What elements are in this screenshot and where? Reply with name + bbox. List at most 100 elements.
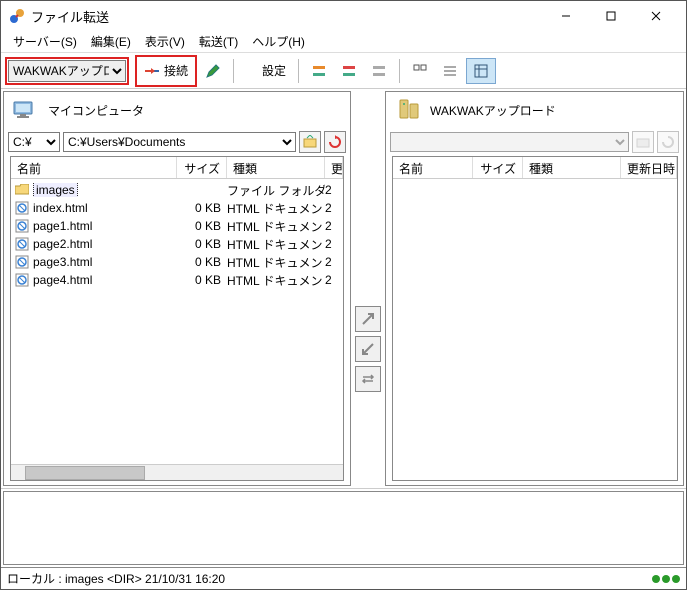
my-computer-icon (12, 98, 40, 122)
transfer-mode-button-2[interactable] (335, 58, 363, 84)
file-row[interactable]: page4.html0 KBHTML ドキュメント2 (11, 271, 343, 289)
edit-button[interactable] (199, 58, 227, 84)
local-drive-dropdown[interactable]: C:¥ (8, 132, 60, 152)
file-row[interactable]: page2.html 0 KBHTML ドキュメント2 (11, 235, 343, 253)
transfer-buttons (353, 89, 383, 488)
scrollbar-thumb[interactable] (25, 466, 145, 480)
file-size: 0 KB (177, 237, 227, 251)
local-col-size[interactable]: サイズ (177, 157, 227, 178)
local-refresh-button[interactable] (324, 131, 346, 153)
local-path-dropdown[interactable]: C:¥Users¥Documents (63, 132, 296, 152)
log-area[interactable] (3, 491, 684, 565)
menu-edit[interactable]: 編集(E) (85, 31, 137, 52)
pencil-icon (205, 63, 221, 79)
file-size: 0 KB (177, 255, 227, 269)
window-title: ファイル転送 (31, 7, 543, 26)
view-list-icon (442, 63, 458, 79)
view-large-icon (412, 63, 428, 79)
file-date: 2 (325, 183, 343, 197)
toolbar: WAKWAKアップロ 接続 設定 (1, 53, 686, 89)
local-addressbar: C:¥ C:¥Users¥Documents (4, 128, 350, 156)
remote-addressbar (386, 128, 683, 156)
maximize-button[interactable] (588, 2, 633, 30)
local-file-header: 名前 サイズ 種類 更 (11, 157, 343, 179)
upload-button[interactable] (355, 306, 381, 332)
toolbar-separator (233, 59, 234, 83)
local-h-scrollbar[interactable] (11, 464, 343, 480)
html-icon (15, 237, 29, 251)
html-icon (15, 219, 29, 233)
menu-view[interactable]: 表示(V) (139, 31, 191, 52)
remote-pane-header: WAKWAKアップロード (386, 92, 683, 128)
download-button[interactable] (355, 336, 381, 362)
menu-transfer[interactable]: 転送(T) (193, 31, 244, 52)
file-type: HTML ドキュメント (227, 236, 325, 253)
remote-file-list[interactable] (393, 179, 677, 480)
profile-dropdown[interactable]: WAKWAKアップロ (8, 60, 126, 82)
file-name: page2.html (33, 237, 92, 251)
remote-refresh-button[interactable] (657, 131, 679, 153)
connect-button[interactable]: 接続 (138, 58, 194, 84)
remote-col-name[interactable]: 名前 (393, 157, 473, 178)
local-col-type[interactable]: 種類 (227, 157, 325, 178)
remote-file-area: 名前 サイズ 種類 更新日時 (392, 156, 678, 481)
bars-orange-icon (311, 63, 327, 79)
refresh-icon (328, 135, 342, 149)
transfer-mode-button-3[interactable] (365, 58, 393, 84)
file-row[interactable]: index.html0 KBHTML ドキュメント2 (11, 199, 343, 217)
file-type: HTML ドキュメント (227, 218, 325, 235)
file-date: 2 (325, 273, 343, 287)
local-pane-header: マイコンピュータ (4, 92, 350, 128)
file-row[interactable]: page1.html0 KBHTML ドキュメント2 (11, 217, 343, 235)
arrow-down-left-icon (360, 341, 376, 357)
local-pane: マイコンピュータ C:¥ C:¥Users¥Documents 名前 サイズ 種… (3, 91, 351, 486)
folder-up-icon (303, 135, 317, 149)
connect-icon (144, 63, 160, 79)
panes-container: マイコンピュータ C:¥ C:¥Users¥Documents 名前 サイズ 種… (1, 89, 686, 489)
close-button[interactable] (633, 2, 678, 30)
view-large-button[interactable] (406, 58, 434, 84)
file-date: 2 (325, 237, 343, 251)
toolbar-separator (399, 59, 400, 83)
remote-col-size[interactable]: サイズ (473, 157, 523, 178)
refresh-icon (661, 135, 675, 149)
file-name: images (33, 183, 78, 197)
file-date: 2 (325, 219, 343, 233)
remote-up-button[interactable] (632, 131, 654, 153)
settings-button[interactable]: 設定 (240, 58, 292, 84)
view-detail-button[interactable] (466, 58, 496, 84)
transfer-mode-button-1[interactable] (305, 58, 333, 84)
local-pane-title: マイコンピュータ (48, 102, 144, 119)
file-name: page4.html (33, 273, 92, 287)
connect-button-highlight: 接続 (135, 55, 197, 87)
menu-help[interactable]: ヘルプ(H) (246, 31, 311, 52)
file-name: page3.html (33, 255, 92, 269)
file-type: ファイル フォルダー (227, 182, 325, 199)
local-col-name[interactable]: 名前 (11, 157, 177, 178)
statusbar: ローカル : images <DIR> 21/10/31 16:20 (1, 567, 686, 589)
remote-col-updated[interactable]: 更新日時 (621, 157, 677, 178)
file-row[interactable]: page3.html0 KBHTML ドキュメント2 (11, 253, 343, 271)
view-detail-icon (473, 63, 489, 79)
local-file-list[interactable]: imagesファイル フォルダー2index.html0 KBHTML ドキュメ… (11, 179, 343, 464)
sync-button[interactable] (355, 366, 381, 392)
server-icon (394, 98, 422, 122)
local-col-updated[interactable]: 更 (325, 157, 343, 178)
file-size: 0 KB (177, 201, 227, 215)
file-type: HTML ドキュメント (227, 272, 325, 289)
html-icon (15, 273, 29, 287)
remote-col-type[interactable]: 種類 (523, 157, 621, 178)
file-row[interactable]: images ファイル フォルダー2 (11, 181, 343, 199)
profile-dropdown-highlight: WAKWAKアップロ (5, 57, 129, 85)
remote-path-dropdown[interactable] (390, 132, 629, 152)
minimize-button[interactable] (543, 2, 588, 30)
file-type: HTML ドキュメント (227, 200, 325, 217)
file-name: page1.html (33, 219, 92, 233)
bars-red-icon (341, 63, 357, 79)
window-controls (543, 2, 678, 30)
sync-icon (360, 371, 376, 387)
menu-server[interactable]: サーバー(S) (7, 31, 83, 52)
local-up-button[interactable] (299, 131, 321, 153)
view-list-button[interactable] (436, 58, 464, 84)
html-icon (15, 201, 29, 215)
